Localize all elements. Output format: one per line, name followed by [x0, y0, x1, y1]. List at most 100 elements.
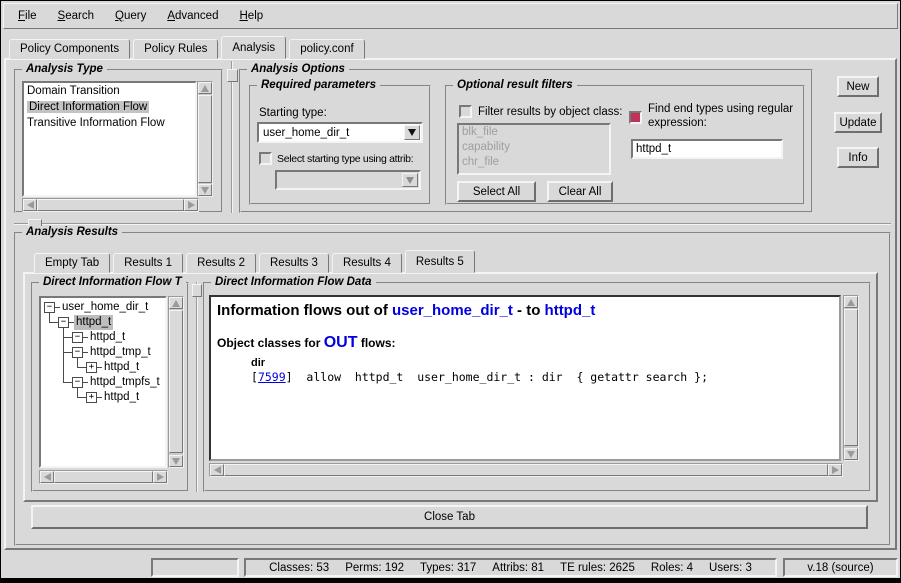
tree-data-sash-grip[interactable]	[192, 284, 202, 297]
flow-data-hscrollbar[interactable]	[209, 463, 843, 477]
scroll-left-icon[interactable]	[23, 199, 37, 211]
main-tab-bar: Policy ComponentsPolicy RulesAnalysispol…	[9, 36, 368, 59]
scroll-thumb[interactable]	[169, 310, 183, 453]
scroll-right-icon[interactable]	[184, 199, 198, 211]
flow-source-type: user_home_dir_t	[392, 302, 513, 319]
results-tab-results-1[interactable]: Results 1	[113, 253, 183, 273]
flow-data-vscrollbar[interactable]	[843, 295, 859, 461]
scroll-thumb[interactable]	[37, 199, 184, 211]
scroll-up-icon[interactable]	[844, 296, 858, 308]
collapse-icon[interactable]: −	[58, 317, 69, 328]
scroll-left-icon[interactable]	[210, 464, 224, 476]
update-button[interactable]: Update	[834, 112, 882, 133]
collapse-icon[interactable]: −	[72, 377, 83, 388]
stat-te-rules: TE rules: 2625	[560, 562, 635, 574]
menu-advanced[interactable]: Advanced	[159, 8, 226, 24]
analysis-type-list: Domain TransitionDirect Information Flow…	[22, 81, 197, 197]
tree-connector-line	[78, 367, 86, 368]
scroll-down-icon[interactable]	[198, 184, 212, 196]
regex-checkbox-label-line1[interactable]: Find end types using regular	[648, 103, 793, 115]
stat-types: Types: 317	[420, 562, 476, 574]
flow-heading: Information flows out of user_home_dir_t…	[217, 302, 833, 319]
starting-type-label: Starting type:	[259, 107, 327, 119]
object-class-checkbox-label[interactable]: Filter results by object class:	[478, 106, 622, 118]
close-tab-button[interactable]: Close Tab	[31, 505, 868, 529]
object-class-checkbox[interactable]	[459, 105, 472, 118]
analysis-type-item-transitive-information-flow[interactable]: Transitive Information Flow	[24, 115, 195, 131]
tree-node-user-home-dir-t[interactable]: user_home_dir_t	[60, 300, 150, 315]
analysis-type-hscrollbar[interactable]	[22, 198, 199, 212]
attrib-combobox[interactable]	[275, 170, 421, 190]
tree-node-httpd-tmpfs-t[interactable]: httpd_tmpfs_t	[88, 375, 162, 390]
scroll-down-icon[interactable]	[844, 448, 858, 460]
collapse-icon[interactable]: −	[72, 332, 83, 343]
collapse-icon[interactable]: −	[44, 302, 55, 313]
results-tab-empty-tab[interactable]: Empty Tab	[34, 253, 110, 273]
top-sash-grip[interactable]	[227, 69, 238, 82]
regex-checkbox-label-line2[interactable]: expression:	[648, 117, 707, 129]
flow-tree-vscrollbar[interactable]	[168, 296, 184, 468]
attrib-checkbox-label[interactable]: Select starting type using attrib:	[277, 153, 413, 165]
tree-connector-line	[78, 397, 86, 398]
results-tab-results-2[interactable]: Results 2	[186, 253, 256, 273]
scroll-right-icon[interactable]	[153, 471, 167, 483]
optional-filters-title: Optional result filters	[453, 79, 577, 91]
scroll-thumb[interactable]	[198, 95, 212, 183]
tree-node-httpd-t[interactable]: httpd_t	[102, 390, 141, 405]
tree-node-httpd-t[interactable]: httpd_t	[74, 315, 113, 330]
menu-query[interactable]: Query	[107, 8, 154, 24]
chevron-down-icon[interactable]	[404, 125, 420, 140]
chevron-down-icon[interactable]	[402, 173, 418, 187]
scroll-up-icon[interactable]	[169, 297, 183, 309]
analysis-type-title: Analysis Type	[22, 63, 107, 75]
tree-node-httpd-t[interactable]: httpd_t	[102, 360, 141, 375]
regex-checkbox[interactable]	[629, 111, 642, 124]
scroll-thumb[interactable]	[844, 309, 858, 446]
analysis-type-item-domain-transition[interactable]: Domain Transition	[24, 83, 195, 99]
results-tab-results-3[interactable]: Results 3	[259, 253, 329, 273]
object-class-name: dir	[251, 357, 833, 369]
stat-roles: Roles: 4	[651, 562, 693, 574]
flow-tree-hscrollbar[interactable]	[39, 470, 168, 484]
info-button[interactable]: Info	[837, 147, 879, 168]
results-tab-bar: Empty TabResults 1Results 2Results 3Resu…	[34, 249, 478, 273]
status-box-empty	[151, 558, 239, 577]
scroll-left-icon[interactable]	[40, 471, 54, 483]
scroll-thumb[interactable]	[224, 464, 828, 476]
tree-connector-line	[64, 337, 72, 338]
flow-tree: −user_home_dir_t−httpd_t−httpd_t−httpd_t…	[41, 298, 165, 466]
scroll-right-icon[interactable]	[828, 464, 842, 476]
rule-id-link[interactable]: 7599	[258, 370, 286, 384]
tree-connector-line	[64, 382, 72, 383]
analysis-type-vscrollbar[interactable]	[197, 81, 213, 197]
starting-type-combobox[interactable]: user_home_dir_t	[257, 122, 423, 143]
scroll-down-icon[interactable]	[169, 455, 183, 467]
tree-node-httpd-tmp-t[interactable]: httpd_tmp_t	[88, 345, 153, 360]
new-button[interactable]: New	[837, 76, 879, 97]
starting-type-value: user_home_dir_t	[263, 127, 349, 139]
expand-icon[interactable]: +	[86, 392, 97, 403]
select-all-button[interactable]: Select All	[457, 181, 536, 202]
regex-input[interactable]	[631, 139, 783, 159]
object-class-item-capability: capability	[459, 140, 609, 155]
tree-connector-line	[50, 322, 58, 323]
scroll-thumb[interactable]	[54, 471, 153, 483]
menu-search[interactable]: Search	[50, 8, 102, 24]
results-tab-results-4[interactable]: Results 4	[332, 253, 402, 273]
flow-direction: OUT	[324, 334, 358, 351]
expand-icon[interactable]: +	[86, 362, 97, 373]
menu-help[interactable]: Help	[231, 8, 271, 24]
menu-file[interactable]: File	[10, 8, 45, 24]
tree-node-httpd-t[interactable]: httpd_t	[88, 330, 127, 345]
collapse-icon[interactable]: −	[72, 347, 83, 358]
tab-analysis[interactable]: Analysis	[221, 36, 286, 59]
results-tab-results-5[interactable]: Results 5	[405, 250, 475, 273]
scroll-up-icon[interactable]	[198, 82, 212, 94]
tab-policy-rules[interactable]: Policy Rules	[133, 39, 218, 59]
tab-policy-conf[interactable]: policy.conf	[289, 39, 364, 59]
attrib-checkbox[interactable]	[259, 152, 272, 165]
results-sash-line	[14, 223, 891, 225]
tab-policy-components[interactable]: Policy Components	[9, 39, 130, 59]
clear-all-button[interactable]: Clear All	[547, 181, 613, 202]
analysis-type-item-direct-information-flow[interactable]: Direct Information Flow	[24, 99, 195, 115]
